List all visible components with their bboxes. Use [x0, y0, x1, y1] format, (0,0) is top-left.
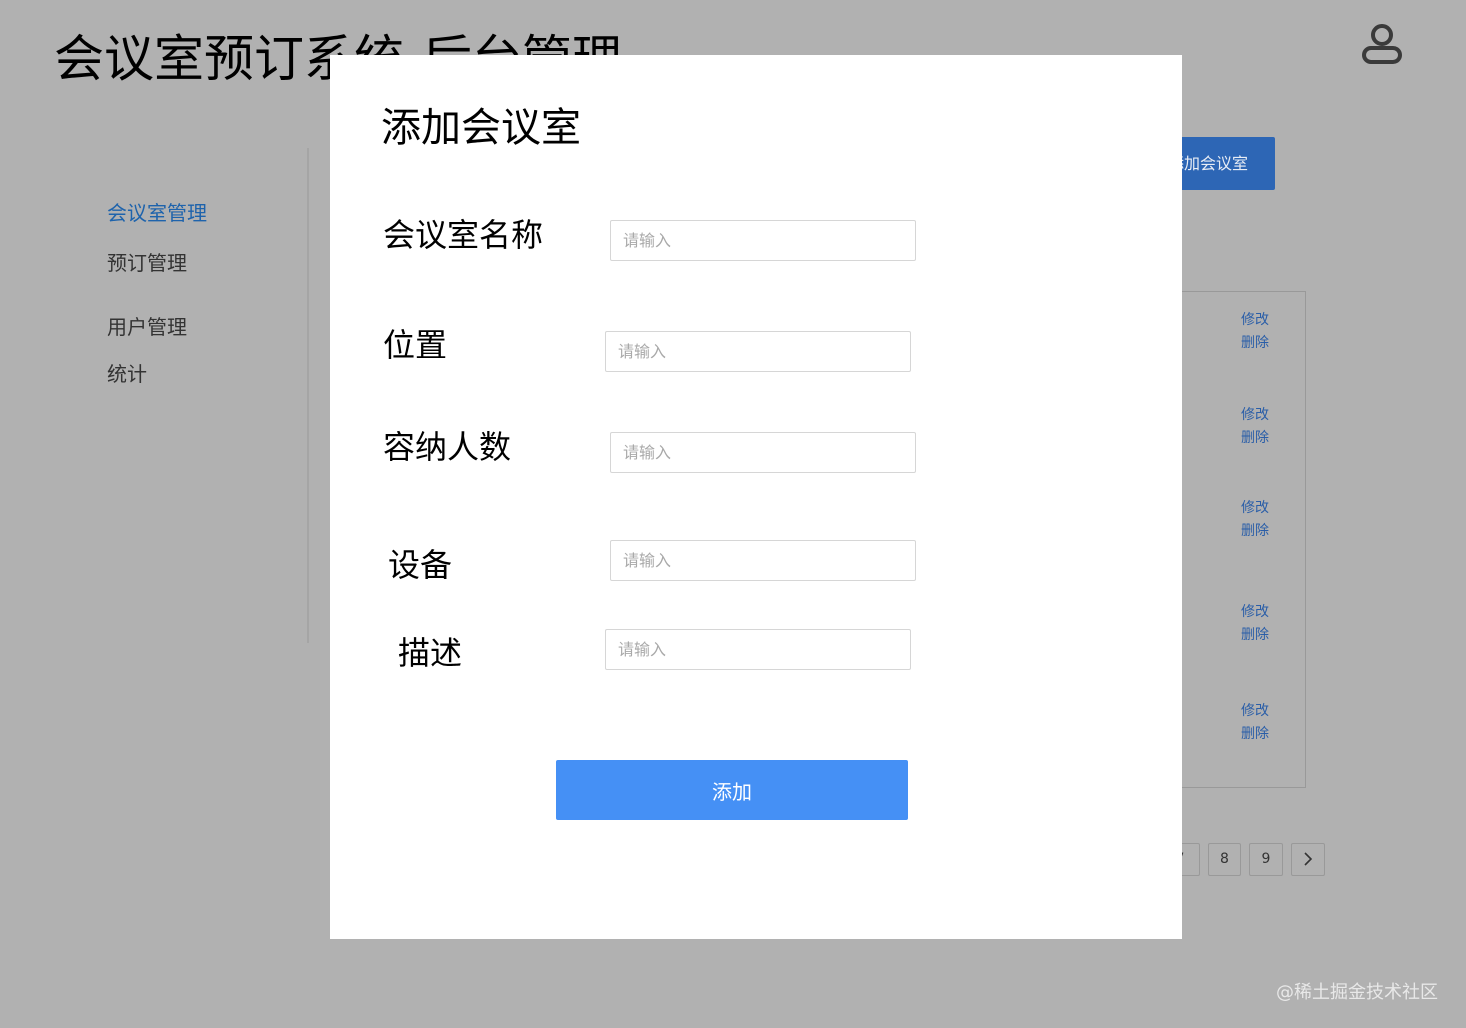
capacity-label: 容纳人数: [383, 428, 512, 466]
delete-link[interactable]: 删除: [1241, 332, 1269, 355]
page-button-9[interactable]: 9: [1249, 843, 1283, 876]
room-name-input[interactable]: [610, 220, 916, 261]
delete-link[interactable]: 删除: [1241, 723, 1269, 746]
capacity-input[interactable]: [610, 432, 916, 473]
edit-link[interactable]: 修改: [1241, 309, 1269, 332]
sidebar-item-bookings[interactable]: 预订管理: [107, 249, 187, 277]
watermark: @稀土掘金技术社区: [1276, 982, 1438, 1003]
location-label: 位置: [383, 326, 448, 364]
edit-link[interactable]: 修改: [1241, 700, 1269, 723]
add-room-dialog: 添加会议室 会议室名称 位置 容纳人数 设备 描述 添加: [330, 55, 1182, 939]
description-label: 描述: [398, 634, 463, 672]
edit-link[interactable]: 修改: [1241, 497, 1269, 520]
equipment-input[interactable]: [610, 540, 916, 581]
sidebar-item-users[interactable]: 用户管理: [107, 313, 187, 341]
table-row-actions: 修改 删除: [1241, 700, 1269, 746]
table-row-actions: 修改 删除: [1241, 309, 1269, 355]
dialog-title: 添加会议室: [381, 105, 581, 151]
delete-link[interactable]: 删除: [1241, 520, 1269, 543]
next-page-button[interactable]: [1291, 843, 1325, 876]
edit-link[interactable]: 修改: [1241, 404, 1269, 427]
table-row-actions: 修改 删除: [1241, 404, 1269, 450]
location-input[interactable]: [605, 331, 911, 372]
edit-link[interactable]: 修改: [1241, 601, 1269, 624]
sidebar-divider: [307, 148, 309, 643]
table-row-actions: 修改 删除: [1241, 601, 1269, 647]
table-row-actions: 修改 删除: [1241, 497, 1269, 543]
delete-link[interactable]: 删除: [1241, 624, 1269, 647]
chevron-right-icon: [1304, 852, 1313, 866]
description-input[interactable]: [605, 629, 911, 670]
user-icon[interactable]: [1358, 20, 1406, 68]
add-button[interactable]: 添加: [556, 760, 908, 820]
equipment-label: 设备: [388, 546, 453, 584]
sidebar-item-statistics[interactable]: 统计: [107, 360, 147, 388]
room-name-label: 会议室名称: [383, 216, 544, 254]
sidebar-item-rooms[interactable]: 会议室管理: [107, 199, 207, 227]
page-button-8[interactable]: 8: [1208, 843, 1241, 876]
delete-link[interactable]: 删除: [1241, 427, 1269, 450]
